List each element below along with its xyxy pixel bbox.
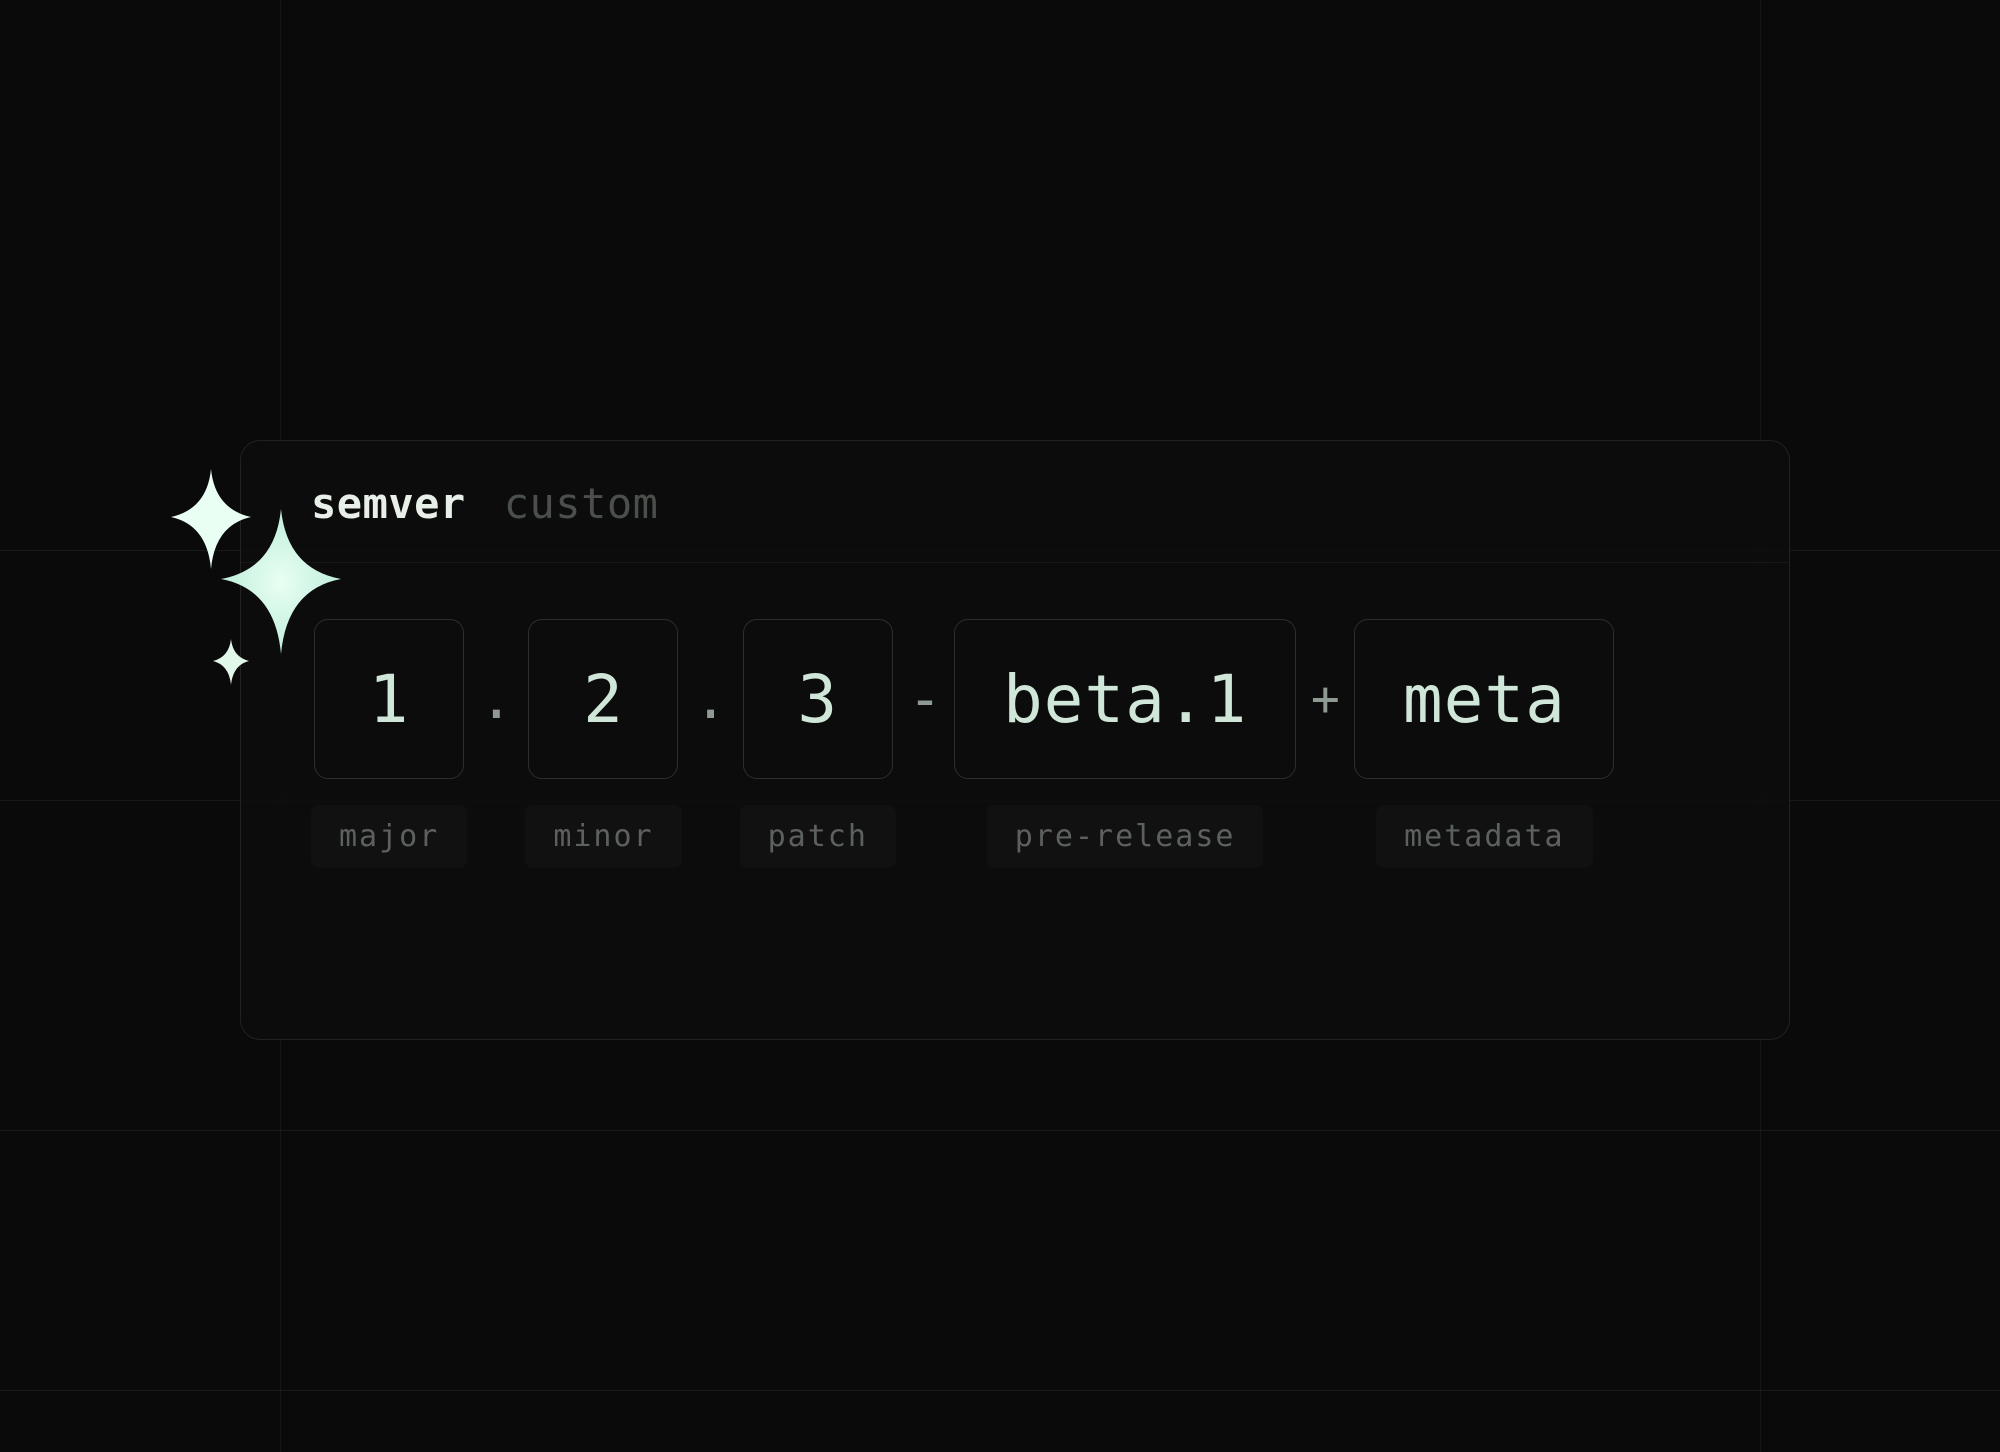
segment-prerelease-box[interactable]: beta.1 <box>954 619 1296 779</box>
segment-minor-label: minor <box>525 805 681 868</box>
segment-patch-value: 3 <box>797 661 838 738</box>
segment-prerelease: beta.1 pre-release <box>954 619 1296 868</box>
segment-minor-box[interactable]: 2 <box>528 619 678 779</box>
segment-minor: 2 minor <box>525 619 681 868</box>
segment-major-box[interactable]: 1 <box>314 619 464 779</box>
segment-prerelease-label: pre-release <box>987 805 1264 868</box>
separator-plus: + <box>1296 619 1354 779</box>
segment-patch: 3 patch <box>740 619 896 868</box>
tab-row: semver custom <box>241 441 1789 563</box>
segment-patch-label: patch <box>740 805 896 868</box>
card-body: 1 major . 2 minor . 3 patch - <box>241 563 1789 918</box>
separator-dot: . <box>682 619 740 779</box>
segment-major-label: major <box>311 805 467 868</box>
segment-minor-value: 2 <box>583 661 624 738</box>
version-card: semver custom 1 major . 2 minor . 3 <box>240 440 1790 1040</box>
segment-metadata: meta metadata <box>1354 619 1614 868</box>
segment-patch-box[interactable]: 3 <box>743 619 893 779</box>
grid-line <box>0 1130 2000 1131</box>
tab-custom[interactable]: custom <box>504 479 659 528</box>
segment-metadata-value: meta <box>1403 661 1566 738</box>
separator-dash: - <box>896 619 954 779</box>
segment-metadata-box[interactable]: meta <box>1354 619 1614 779</box>
separator-dot: . <box>467 619 525 779</box>
segment-major: 1 major <box>311 619 467 868</box>
grid-line <box>0 1390 2000 1391</box>
segment-major-value: 1 <box>369 661 410 738</box>
tab-semver[interactable]: semver <box>311 479 466 528</box>
segment-metadata-label: metadata <box>1376 805 1593 868</box>
segment-row: 1 major . 2 minor . 3 patch - <box>311 619 1719 868</box>
segment-prerelease-value: beta.1 <box>1003 661 1247 738</box>
